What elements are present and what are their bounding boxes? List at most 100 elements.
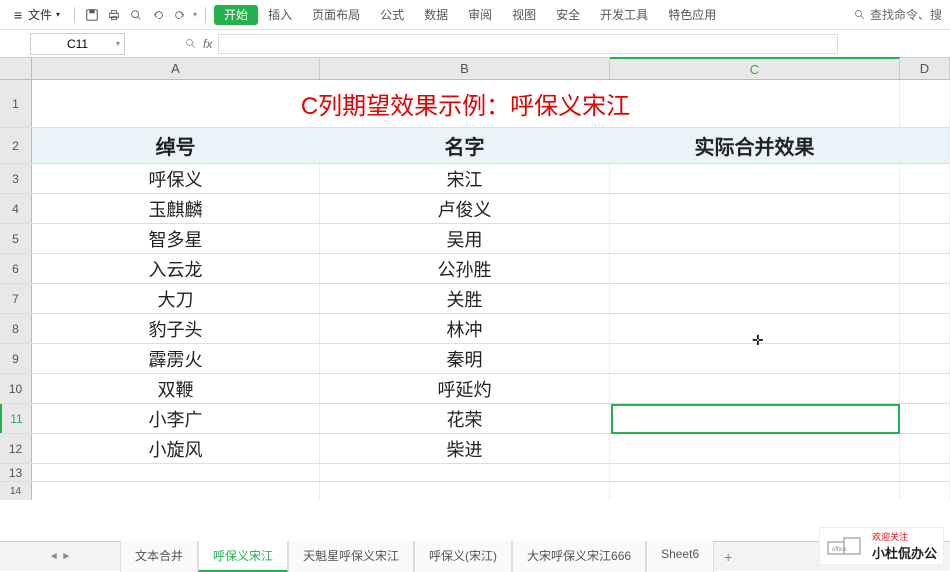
row-header[interactable]: 3 [0, 164, 32, 193]
column-header-C[interactable]: C [610, 57, 900, 79]
cell[interactable] [900, 464, 950, 481]
data-cell[interactable]: 小李广 [32, 404, 320, 433]
cell[interactable] [900, 254, 950, 283]
redo-icon[interactable] [171, 6, 189, 24]
cell[interactable] [900, 194, 950, 223]
row-header[interactable]: 10 [0, 374, 32, 403]
data-cell[interactable] [610, 284, 900, 313]
file-menu[interactable]: 文件 ▾ [8, 4, 66, 25]
cell[interactable] [900, 374, 950, 403]
sheet-tab[interactable]: 大宋呼保义宋江666 [512, 541, 646, 572]
column-header-D[interactable]: D [900, 58, 950, 79]
cell[interactable] [32, 482, 320, 500]
sheet-tab[interactable]: 呼保义(宋江) [414, 541, 512, 572]
data-cell[interactable]: 卢俊义 [320, 194, 610, 223]
sheet-tab[interactable]: 天魁星呼保义宋江 [288, 541, 414, 572]
data-cell[interactable]: 小旋风 [32, 434, 320, 463]
cell[interactable] [900, 434, 950, 463]
data-cell[interactable]: 公孙胜 [320, 254, 610, 283]
sheet-nav[interactable]: ◄ ► [0, 551, 120, 562]
data-cell[interactable] [610, 164, 900, 193]
header-cell[interactable]: 实际合并效果 [610, 128, 900, 163]
search-icon[interactable] [185, 38, 197, 50]
select-all-corner[interactable] [0, 58, 32, 79]
data-cell[interactable]: 柴进 [320, 434, 610, 463]
row-header[interactable]: 2 [0, 128, 32, 163]
column-header-B[interactable]: B [320, 58, 610, 79]
command-search[interactable]: 查找命令、搜 [854, 6, 942, 23]
cell[interactable] [610, 464, 900, 481]
print-icon[interactable] [105, 6, 123, 24]
data-cell[interactable]: 林冲 [320, 314, 610, 343]
row-header[interactable]: 8 [0, 314, 32, 343]
data-cell[interactable] [610, 254, 900, 283]
data-cell[interactable]: 智多星 [32, 224, 320, 253]
cell[interactable] [610, 482, 900, 500]
cell[interactable] [900, 314, 950, 343]
ribbon-tab[interactable]: 数据 [414, 4, 458, 26]
header-cell[interactable]: 绰号 [32, 128, 320, 163]
undo-icon[interactable] [149, 6, 167, 24]
data-cell[interactable] [610, 374, 900, 403]
cell[interactable] [320, 482, 610, 500]
ribbon-tab[interactable]: 插入 [258, 4, 302, 26]
data-cell[interactable] [610, 194, 900, 223]
ribbon-tab[interactable]: 安全 [546, 4, 590, 26]
data-cell[interactable]: 呼延灼 [320, 374, 610, 403]
preview-icon[interactable] [127, 6, 145, 24]
row-header[interactable]: 14 [0, 482, 32, 500]
data-cell[interactable] [610, 224, 900, 253]
row-header[interactable]: 9 [0, 344, 32, 373]
row-header[interactable]: 6 [0, 254, 32, 283]
sheet-tab[interactable]: 呼保义宋江 [198, 541, 288, 572]
save-icon[interactable] [83, 6, 101, 24]
data-cell[interactable]: 霹雳火 [32, 344, 320, 373]
title-cell[interactable]: C列期望效果示例：呼保义宋江 [32, 80, 900, 127]
cell[interactable] [900, 284, 950, 313]
row-header[interactable]: 7 [0, 284, 32, 313]
ribbon-tab[interactable]: 开发工具 [590, 4, 658, 26]
row-header[interactable]: 11 [0, 404, 32, 433]
ribbon-tab[interactable]: 页面布局 [302, 4, 370, 26]
cell[interactable] [900, 344, 950, 373]
column-header-A[interactable]: A [32, 58, 320, 79]
data-cell[interactable]: 关胜 [320, 284, 610, 313]
data-cell[interactable]: 呼保义 [32, 164, 320, 193]
header-cell[interactable]: 名字 [320, 128, 610, 163]
ribbon-tab[interactable]: 开始 [214, 5, 258, 25]
qat-dropdown-icon[interactable]: ▾ [193, 10, 197, 19]
data-cell[interactable] [610, 434, 900, 463]
ribbon-tab[interactable]: 特色应用 [658, 4, 726, 26]
cell[interactable] [900, 80, 950, 127]
add-sheet-button[interactable]: + [714, 545, 742, 569]
ribbon-tab[interactable]: 审阅 [458, 4, 502, 26]
data-cell[interactable]: 入云龙 [32, 254, 320, 283]
cell[interactable] [900, 224, 950, 253]
row-header[interactable]: 1 [0, 80, 32, 127]
data-cell[interactable]: 双鞭 [32, 374, 320, 403]
cell[interactable] [900, 128, 950, 163]
data-cell[interactable] [610, 404, 900, 433]
ribbon-tab[interactable]: 视图 [502, 4, 546, 26]
data-cell[interactable]: 秦明 [320, 344, 610, 373]
ribbon-tab[interactable]: 公式 [370, 4, 414, 26]
fx-icon[interactable]: fx [203, 37, 212, 51]
formula-input[interactable] [218, 34, 838, 54]
data-cell[interactable]: 玉麒麟 [32, 194, 320, 223]
sheet-tab[interactable]: 文本合并 [120, 541, 198, 572]
data-cell[interactable] [610, 314, 900, 343]
sheet-tab[interactable]: Sheet6 [646, 541, 714, 572]
data-cell[interactable] [610, 344, 900, 373]
data-cell[interactable]: 吴用 [320, 224, 610, 253]
cell[interactable] [900, 164, 950, 193]
data-cell[interactable]: 豹子头 [32, 314, 320, 343]
name-box[interactable]: C11 ▾ [30, 33, 125, 55]
row-header[interactable]: 13 [0, 464, 32, 481]
cell[interactable] [32, 464, 320, 481]
data-cell[interactable]: 大刀 [32, 284, 320, 313]
row-header[interactable]: 4 [0, 194, 32, 223]
row-header[interactable]: 5 [0, 224, 32, 253]
cell[interactable] [900, 482, 950, 500]
row-header[interactable]: 12 [0, 434, 32, 463]
data-cell[interactable]: 宋江 [320, 164, 610, 193]
